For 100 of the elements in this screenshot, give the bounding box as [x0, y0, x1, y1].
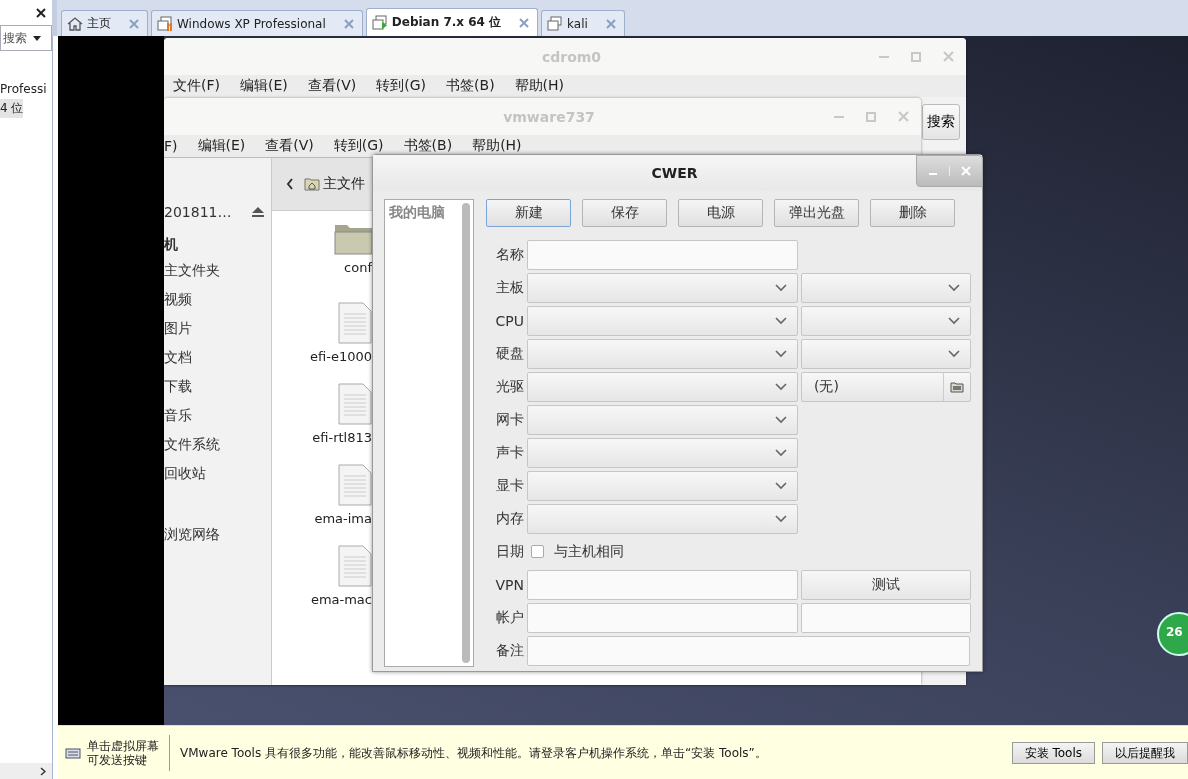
menu-item[interactable]: F) [164, 138, 178, 154]
click-hint: 可发送按键 [87, 753, 148, 767]
dropdown[interactable] [801, 338, 971, 369]
dialog-title: CWER [650, 165, 699, 181]
checkbox[interactable] [531, 545, 544, 558]
file-name: efi-rtl813 [312, 430, 372, 445]
dropdown[interactable] [527, 437, 798, 468]
chevron-down-icon [775, 349, 787, 358]
menu-item[interactable]: 编辑(E) [197, 137, 246, 155]
field-label: 内存 [495, 509, 524, 528]
maximize-icon[interactable] [866, 111, 876, 122]
sidebar-item[interactable]: 视频 [164, 285, 271, 314]
tools-message: VMware Tools 具有很多功能，能改善鼠标移动性、视频和性能。请登录客户机操作系统，单击“安装 Tools”。 [180, 744, 767, 762]
maximize-icon[interactable] [911, 51, 921, 62]
menu-item[interactable]: 转到(G) [333, 137, 384, 155]
sidebar-item[interactable]: 201811… [164, 204, 232, 220]
sidebar-item[interactable]: 主文件夹 [164, 256, 271, 285]
sidebar-item[interactable]: 文件系统 [164, 430, 271, 459]
eject-icon[interactable] [251, 206, 266, 218]
dropdown[interactable] [527, 470, 798, 501]
text-field[interactable] [527, 635, 970, 666]
field-label: 日期 [495, 542, 524, 561]
field-label: 硬盘 [495, 344, 524, 363]
file-name: ema-ima [314, 511, 372, 526]
action-button[interactable]: 新建 [486, 199, 571, 227]
menu-item[interactable]: 书签(B) [446, 77, 495, 95]
dropdown[interactable] [801, 272, 971, 303]
bar-button[interactable]: 以后提醒我 [1102, 742, 1188, 764]
action-button[interactable]: 删除 [870, 199, 955, 227]
menu-item[interactable]: 查看(V) [265, 137, 314, 155]
vm-tab[interactable]: 主页 [61, 10, 148, 36]
click-hint: 单击虚拟屏幕 [87, 739, 159, 753]
field-label: 名称 [495, 245, 524, 264]
dropdown[interactable] [527, 272, 798, 303]
menu-item[interactable]: 转到(G) [376, 77, 427, 95]
sidebar-item[interactable]: 回收站 [164, 459, 271, 488]
text-field[interactable] [527, 602, 798, 633]
menu-item[interactable]: 查看(V) [307, 77, 357, 95]
menu-item[interactable]: 帮助(H) [514, 77, 565, 95]
file-name: efi-e1000 [310, 349, 372, 364]
field-label: 网卡 [495, 410, 524, 429]
vm-tab[interactable]: Windows XP Professional [151, 10, 363, 36]
text-field[interactable] [527, 569, 798, 600]
virtual-machine-icon [157, 15, 173, 32]
list-item[interactable]: 我的电脑 [385, 200, 459, 666]
badge-text: 26 [1166, 625, 1183, 639]
chevron-down-icon [948, 349, 960, 358]
action-button[interactable]: 电源 [678, 199, 763, 227]
menu-item[interactable]: 编辑(E) [240, 77, 288, 95]
back-icon[interactable] [286, 178, 294, 190]
close-tab-icon[interactable] [605, 18, 616, 29]
library-item[interactable]: 4 位 [0, 99, 24, 118]
dropdown[interactable] [527, 503, 798, 534]
close-tab-icon[interactable] [129, 18, 139, 29]
dropdown[interactable] [801, 305, 971, 336]
scrollbar[interactable] [462, 203, 470, 663]
close-tab-icon[interactable] [519, 17, 530, 28]
library-item[interactable]: Professi [0, 81, 47, 97]
chevron-down-icon [775, 382, 787, 391]
chevron-down-icon [948, 283, 960, 292]
vm-tab[interactable]: kali [541, 10, 625, 36]
search-button[interactable]: 搜索 [922, 104, 960, 140]
folder-icon [950, 380, 964, 393]
action-button[interactable]: 保存 [582, 199, 667, 227]
scroll-right-icon[interactable] [40, 766, 46, 776]
sidebar-item[interactable]: 下载 [164, 372, 271, 401]
virtual-machine-icon [371, 14, 388, 31]
sidebar-item[interactable]: 音乐 [164, 401, 271, 430]
sidebar-item[interactable]: 图片 [164, 314, 271, 343]
file-chooser[interactable]: (无) [801, 371, 971, 402]
close-tab-icon[interactable] [343, 18, 354, 29]
field-label: 主板 [495, 278, 524, 297]
field-label: 备注 [495, 641, 524, 660]
text-field[interactable] [527, 239, 798, 270]
close-icon[interactable] [36, 7, 46, 18]
action-button[interactable]: 弹出光盘 [774, 199, 859, 227]
menu-item[interactable]: 文件(F) [173, 77, 220, 95]
field-label: 帐户 [495, 608, 524, 627]
field-label: 光驱 [495, 377, 524, 396]
menu-item[interactable]: 帮助(H) [472, 137, 522, 155]
file-name: conf [344, 260, 372, 275]
dropdown[interactable] [527, 338, 798, 369]
vm-tab[interactable]: Debian 7.x 64 位 [365, 8, 539, 36]
search-dropdown[interactable]: 搜索 [0, 25, 52, 51]
keyboard-icon [65, 747, 81, 759]
sidebar-item[interactable]: 文档 [164, 343, 271, 372]
text-field[interactable] [801, 602, 971, 633]
file-name: ema-mac [310, 592, 372, 607]
chevron-down-icon [948, 316, 960, 325]
dropdown[interactable] [527, 305, 798, 336]
chevron-down-icon [775, 316, 787, 325]
field-label: 显卡 [495, 476, 524, 495]
test-button[interactable]: 测试 [801, 569, 971, 600]
dropdown[interactable] [527, 371, 798, 402]
path-button[interactable]: 主文件 [304, 175, 365, 193]
bar-button[interactable]: 安装 Tools [1011, 742, 1095, 764]
dropdown[interactable] [527, 404, 798, 435]
chevron-down-icon [775, 415, 787, 424]
menu-item[interactable]: 书签(B) [403, 137, 453, 155]
sidebar-item[interactable]: 浏览网络 [164, 520, 271, 549]
